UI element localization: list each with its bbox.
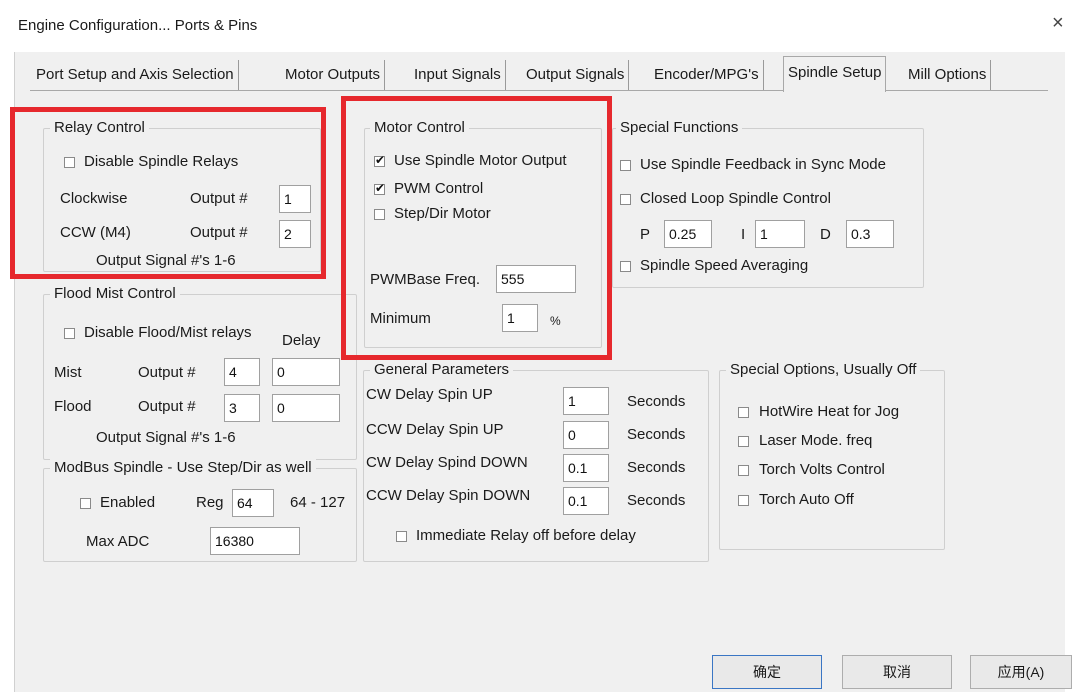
flood-output-range-label: Output Signal #'s 1-6 (96, 429, 236, 446)
max-adc-input[interactable] (210, 527, 300, 555)
torch-auto-off-label: Torch Auto Off (759, 491, 854, 508)
apply-button[interactable]: 应用(A) (970, 655, 1072, 689)
mist-output-input[interactable] (224, 358, 260, 386)
flood-mist-legend: Flood Mist Control (50, 285, 180, 302)
flood-label: Flood (54, 398, 92, 415)
tab-motor-outputs[interactable]: Motor Outputs (281, 60, 386, 90)
delay-label: Delay (282, 332, 321, 349)
ccw-delay-spin-up-input[interactable] (563, 421, 609, 449)
window-title: Engine Configuration... Ports & Pins (18, 17, 258, 34)
tab-spindle-setup[interactable]: Spindle Setup (783, 56, 887, 92)
disable-flood-mist-checkbox[interactable] (64, 328, 75, 339)
max-adc-label: Max ADC (86, 533, 150, 550)
laser-mode-label: Laser Mode. freq (759, 432, 873, 449)
modbus-spindle-legend: ModBus Spindle - Use Step/Dir as well (50, 459, 316, 476)
mist-output-label: Output # (138, 364, 196, 381)
tab-strip-border (30, 90, 1048, 91)
spindle-speed-averaging-checkbox[interactable] (620, 261, 631, 272)
special-options-group (719, 370, 945, 550)
ccw-delay-spin-down-input[interactable] (563, 487, 609, 515)
modbus-enabled-label: Enabled (100, 494, 156, 511)
tab-port-setup[interactable]: Port Setup and Axis Selection (32, 60, 239, 90)
ccw-delay-spin-up-label: CCW Delay Spin UP (366, 421, 504, 438)
flood-output-input[interactable] (224, 394, 260, 422)
hotwire-heat-label: HotWire Heat for Jog (759, 403, 900, 420)
ccw-delay-spin-up-seconds: Seconds (627, 426, 686, 443)
immediate-relay-off-label: Immediate Relay off before delay (416, 527, 636, 544)
ccw-delay-spin-down-label: CCW Delay Spin DOWN (366, 487, 531, 504)
d-label: D (820, 226, 831, 243)
tab-input-signals[interactable]: Input Signals (410, 60, 506, 90)
disable-flood-mist-label: Disable Flood/Mist relays (84, 324, 252, 341)
tab-output-signals[interactable]: Output Signals (522, 60, 630, 90)
reg-label: Reg (196, 494, 224, 511)
cw-delay-spin-down-seconds: Seconds (627, 459, 686, 476)
mist-delay-input[interactable] (272, 358, 340, 386)
tab-encoder-mpg[interactable]: Encoder/MPG's (650, 60, 764, 90)
reg-input[interactable] (232, 489, 274, 517)
closed-loop-spindle-checkbox[interactable] (620, 194, 631, 205)
relay-control-highlight (10, 107, 326, 279)
flood-output-label: Output # (138, 398, 196, 415)
cw-delay-spin-down-input[interactable] (563, 454, 609, 482)
p-input[interactable] (664, 220, 712, 248)
flood-delay-input[interactable] (272, 394, 340, 422)
ok-button[interactable]: 确定 (712, 655, 822, 689)
i-input[interactable] (755, 220, 805, 248)
ccw-delay-spin-down-seconds: Seconds (627, 492, 686, 509)
laser-mode-checkbox[interactable] (738, 436, 749, 447)
p-label: P (640, 226, 651, 243)
modbus-enabled-checkbox[interactable] (80, 498, 91, 509)
motor-control-highlight (341, 96, 612, 360)
closed-loop-spindle-label: Closed Loop Spindle Control (640, 190, 831, 207)
torch-auto-off-checkbox[interactable] (738, 495, 749, 506)
special-functions-legend: Special Functions (616, 119, 743, 136)
mist-label: Mist (54, 364, 82, 381)
i-label: I (741, 226, 746, 243)
d-input[interactable] (846, 220, 894, 248)
cw-delay-spin-up-seconds: Seconds (627, 393, 686, 410)
torch-volts-label: Torch Volts Control (759, 461, 885, 478)
general-parameters-legend: General Parameters (370, 361, 514, 378)
tab-mill-options[interactable]: Mill Options (904, 60, 992, 90)
close-icon[interactable]: × (1052, 12, 1064, 35)
special-options-legend: Special Options, Usually Off (726, 361, 921, 378)
hotwire-heat-checkbox[interactable] (738, 407, 749, 418)
spindle-feedback-sync-checkbox[interactable] (620, 160, 631, 171)
reg-range-label: 64 - 127 (290, 494, 346, 511)
cancel-button[interactable]: 取消 (842, 655, 952, 689)
cw-delay-spin-down-label: CW Delay Spind DOWN (366, 454, 528, 471)
spindle-speed-averaging-label: Spindle Speed Averaging (640, 257, 809, 274)
immediate-relay-off-checkbox[interactable] (396, 531, 407, 542)
spindle-feedback-sync-label: Use Spindle Feedback in Sync Mode (640, 156, 886, 173)
cw-delay-spin-up-input[interactable] (563, 387, 609, 415)
torch-volts-checkbox[interactable] (738, 465, 749, 476)
cw-delay-spin-up-label: CW Delay Spin UP (366, 386, 493, 403)
